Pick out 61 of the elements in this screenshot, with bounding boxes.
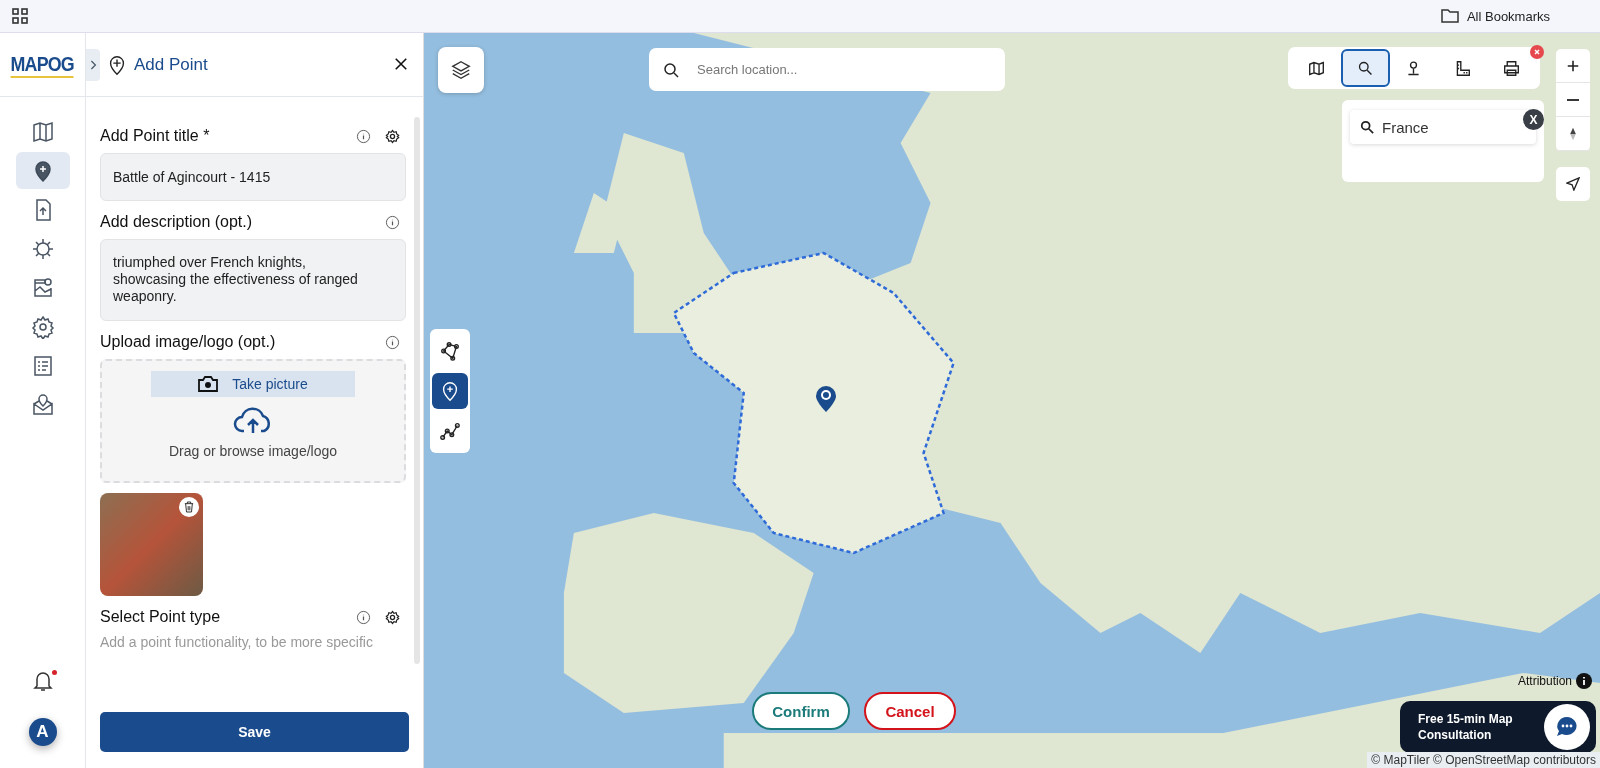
- cancel-button[interactable]: Cancel: [864, 692, 956, 730]
- chat-icon[interactable]: [1544, 704, 1590, 750]
- layers-button[interactable]: [438, 47, 484, 93]
- map-copyright: © MapTiler © OpenStreetMap contributors: [1367, 752, 1600, 768]
- save-button[interactable]: Save: [100, 712, 409, 752]
- field-label: Upload image/logo (opt.): [100, 333, 277, 351]
- point-type-hint: Add a point functionality, to be more specific: [100, 634, 374, 650]
- search-tool-button[interactable]: [1340, 49, 1390, 87]
- consultation-text: Free 15-min Map Consultation: [1418, 711, 1514, 743]
- camera-icon: [198, 376, 219, 392]
- scrollbar[interactable]: [414, 117, 420, 664]
- search-input[interactable]: Search location...: [695, 61, 991, 78]
- field-label: Select Point type: [100, 608, 222, 626]
- trash-icon: [184, 501, 194, 513]
- cloud-upload-icon: [233, 405, 273, 435]
- plus-icon: [1566, 58, 1580, 73]
- navigation-arrow-icon: [1566, 177, 1580, 191]
- field-label: Add Point title *: [100, 127, 211, 145]
- location-pin-icon: [814, 383, 838, 413]
- settings-icon: [30, 314, 55, 339]
- panel-title: Add Point: [134, 54, 209, 75]
- map-icon: [1307, 59, 1325, 77]
- attribution-label: Attribution: [1517, 674, 1572, 688]
- confirm-button[interactable]: Confirm: [752, 692, 850, 730]
- ruler-icon: [1454, 59, 1472, 77]
- apps-grid-icon[interactable]: [12, 8, 28, 24]
- point-tool-button[interactable]: [432, 373, 468, 409]
- search-icon: [1360, 120, 1374, 134]
- bell-icon[interactable]: [32, 670, 53, 692]
- description-input[interactable]: triumphed over French knights, showcasing the effectiveness of ranged weaponry.: [100, 239, 406, 321]
- field-label: Add description (opt.): [100, 213, 254, 231]
- polygon-icon: [439, 340, 461, 362]
- consultation-banner[interactable]: Free 15-min Map Consultation: [1400, 701, 1596, 753]
- upload-dropzone[interactable]: Take picture Drag or browse image/logo: [100, 359, 406, 483]
- folder-icon: [1440, 9, 1459, 23]
- minus-icon: [1567, 98, 1579, 101]
- line-icon: [439, 420, 461, 442]
- locate-button[interactable]: [1556, 167, 1590, 201]
- print-icon: [1503, 59, 1521, 77]
- collapse-button[interactable]: [86, 48, 100, 81]
- settings-icon[interactable]: [385, 128, 400, 144]
- logo: MAPOG: [10, 51, 75, 78]
- search-icon: [663, 61, 679, 78]
- close-icon: [394, 56, 408, 71]
- settings-icon[interactable]: [385, 609, 400, 625]
- close-button[interactable]: [393, 56, 409, 73]
- take-picture-button[interactable]: Take picture: [151, 371, 355, 397]
- user-avatar[interactable]: A: [28, 718, 57, 746]
- title-input[interactable]: Battle of Agincourt - 1415: [100, 153, 406, 201]
- close-icon: [1532, 47, 1542, 57]
- mail-pin-icon: [30, 392, 55, 417]
- search-bar[interactable]: Search location...: [649, 48, 1005, 91]
- layers-icon: [450, 59, 472, 81]
- info-icon[interactable]: [1576, 673, 1592, 689]
- dropzone-hint: Drag or browse image/logo: [168, 443, 338, 459]
- all-bookmarks-link[interactable]: All Bookmarks: [1466, 8, 1550, 24]
- search-icon: [1356, 59, 1374, 77]
- map-icon: [30, 119, 55, 144]
- chevron-right-icon: [89, 58, 97, 71]
- point-nav-button[interactable]: [15, 152, 70, 189]
- gear-icon: [30, 236, 55, 261]
